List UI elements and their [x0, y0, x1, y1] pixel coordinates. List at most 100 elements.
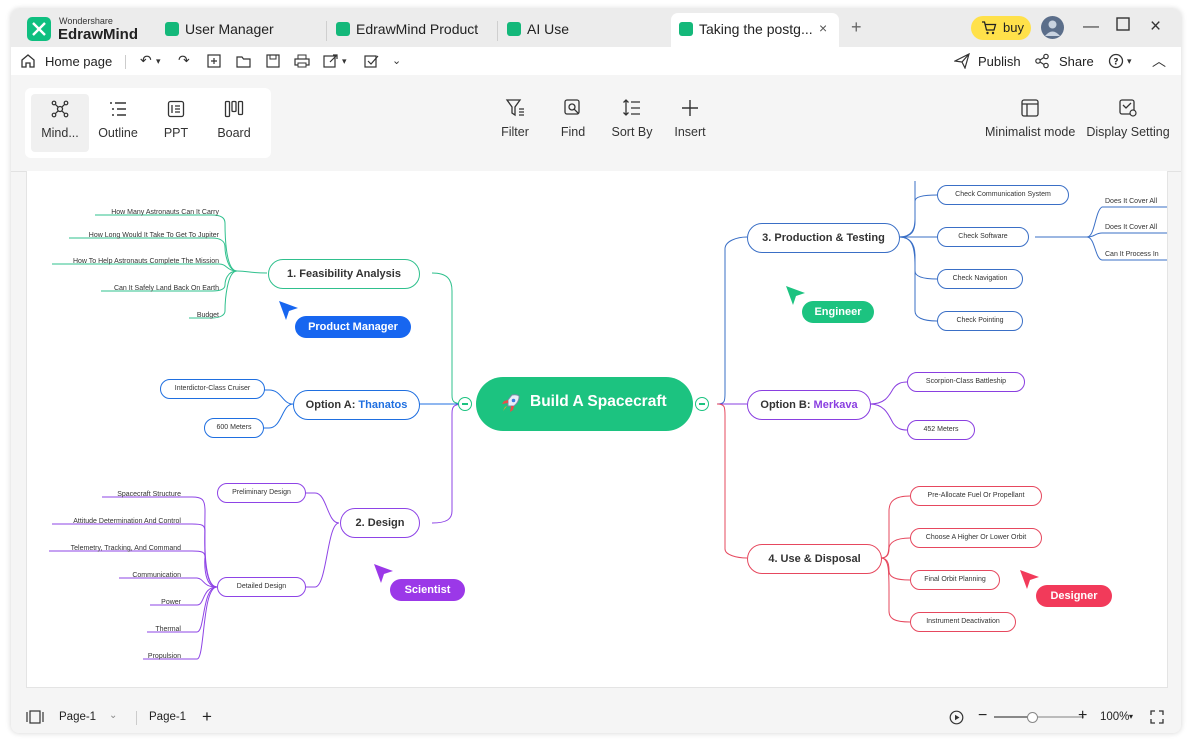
design-item[interactable]: Spacecraft Structure — [117, 491, 181, 498]
design-item[interactable]: Power — [161, 599, 181, 606]
design-item[interactable]: Communication — [132, 572, 181, 579]
zoom-level[interactable]: 100% — [1100, 711, 1129, 723]
design-preliminary[interactable]: Preliminary Design — [217, 483, 306, 503]
design-item[interactable]: Propulsion — [148, 653, 181, 660]
export-icon[interactable] — [323, 54, 339, 68]
view-outline-button[interactable]: Outline — [89, 94, 147, 152]
production-item[interactable]: Check Pointing — [937, 311, 1023, 331]
tab-close-icon[interactable]: × — [819, 20, 827, 36]
production-item[interactable]: Check Software — [937, 227, 1029, 247]
new-tab-button[interactable]: + — [851, 17, 862, 38]
fullscreen-icon[interactable] — [1150, 710, 1164, 724]
help-icon[interactable]: ? — [1108, 53, 1124, 69]
topic-feasibility-analysis[interactable]: 1. Feasibility Analysis — [268, 259, 420, 289]
zoom-slider-handle[interactable] — [1027, 712, 1038, 723]
tab-taking-the-postg[interactable]: Taking the postg... × — [671, 13, 839, 47]
production-item[interactable]: Check Communication System — [937, 185, 1069, 205]
redo-icon[interactable]: ↷ — [178, 52, 190, 69]
save-icon[interactable] — [266, 54, 280, 68]
option-a-item[interactable]: 600 Meters — [204, 418, 264, 438]
collaborator-tag-product-manager: Product Manager — [295, 316, 411, 338]
tab-label: Taking the postg... — [699, 21, 813, 37]
use-disposal-item[interactable]: Pre-Allocate Fuel Or Propellant — [910, 486, 1042, 506]
open-folder-icon[interactable] — [236, 54, 251, 68]
more-chevron-icon[interactable]: ⌄ — [392, 54, 401, 67]
software-item[interactable]: Does It Cover All — [1105, 198, 1157, 205]
collapse-right-toggle[interactable] — [695, 397, 709, 411]
minimize-icon[interactable]: — — [1083, 18, 1099, 36]
use-disposal-item[interactable]: Final Orbit Planning — [910, 570, 1000, 590]
publish-icon[interactable] — [954, 53, 970, 69]
collapse-left-toggle[interactable] — [458, 397, 472, 411]
home-page-link[interactable]: Home page — [45, 54, 112, 69]
zoom-out-button[interactable]: − — [978, 707, 987, 725]
page-panel-icon[interactable] — [26, 710, 44, 724]
chevron-down-icon[interactable]: ▾ — [1129, 712, 1133, 721]
ribbon: Mind... Outline PPT Board Filter Find So… — [11, 75, 1181, 172]
feasibility-item[interactable]: Budget — [197, 312, 219, 319]
new-file-icon[interactable] — [207, 54, 221, 68]
mindmap-icon — [51, 100, 69, 118]
home-icon[interactable] — [20, 53, 36, 69]
find-button[interactable]: Find — [559, 97, 587, 139]
publish-button[interactable]: Publish — [978, 54, 1021, 69]
option-b-item[interactable]: Scorpion-Class Battleship — [907, 372, 1025, 392]
option-a-item[interactable]: Interdictor-Class Cruiser — [160, 379, 265, 399]
task-check-icon[interactable] — [364, 54, 379, 68]
chevron-down-icon[interactable]: ▾ — [156, 56, 161, 67]
minimalist-mode-button[interactable]: Minimalist mode — [985, 97, 1075, 139]
display-setting-button[interactable]: Display Setting — [1086, 97, 1170, 139]
tab-edrawmind-product[interactable]: EdrawMind Product — [336, 17, 496, 47]
feasibility-item[interactable]: How Long Would It Take To Get To Jupiter — [89, 232, 219, 239]
play-icon[interactable] — [949, 710, 964, 725]
tab-separator — [497, 21, 498, 41]
sort-by-button[interactable]: Sort By — [611, 97, 653, 139]
production-item[interactable]: Check Navigation — [937, 269, 1023, 289]
chevron-down-icon[interactable]: ▾ — [1127, 56, 1132, 67]
user-avatar[interactable] — [1041, 16, 1064, 39]
print-icon[interactable] — [294, 54, 310, 68]
view-board-button[interactable]: Board — [205, 94, 263, 152]
share-button[interactable]: Share — [1059, 54, 1094, 69]
page-tab[interactable]: Page-1 — [149, 711, 186, 723]
board-icon — [224, 100, 244, 118]
topic-option-b[interactable]: Option B: Merkava — [747, 390, 871, 420]
design-item[interactable]: Thermal — [155, 626, 181, 633]
chevron-down-icon[interactable]: ⌄ — [109, 710, 117, 721]
topic-option-a[interactable]: Option A: Thanatos — [293, 390, 420, 420]
use-disposal-item[interactable]: Instrument Deactivation — [910, 612, 1016, 632]
mindmap-file-icon — [165, 22, 179, 36]
view-mindmap-button[interactable]: Mind... — [31, 94, 89, 152]
topic-production-testing[interactable]: 3. Production & Testing — [747, 223, 900, 253]
close-window-icon[interactable]: × — [1150, 16, 1161, 38]
software-item[interactable]: Does It Cover All — [1105, 224, 1157, 231]
design-item[interactable]: Telemetry, Tracking, And Command — [71, 545, 181, 552]
feasibility-item[interactable]: How Many Astronauts Can It Carry — [111, 209, 219, 216]
topic-design[interactable]: 2. Design — [340, 508, 420, 538]
tab-ai-use[interactable]: AI Use — [507, 17, 667, 47]
share-icon[interactable] — [1034, 53, 1050, 69]
use-disposal-item[interactable]: Choose A Higher Or Lower Orbit — [910, 528, 1042, 548]
design-item[interactable]: Attitude Determination And Control — [73, 518, 181, 525]
view-ppt-button[interactable]: PPT — [147, 94, 205, 152]
feasibility-item[interactable]: Can It Safely Land Back On Earth — [114, 285, 219, 292]
software-item[interactable]: Can It Process In — [1105, 251, 1159, 258]
tab-label: EdrawMind Product — [356, 21, 479, 37]
root-topic[interactable]: Build A Spacecraft — [476, 377, 693, 431]
buy-button[interactable]: buy — [971, 16, 1031, 40]
undo-icon[interactable]: ↶ — [140, 52, 152, 69]
add-page-button[interactable]: + — [202, 707, 212, 727]
mindmap-canvas[interactable]: Build A Spacecraft 1. Feasibility Analys… — [26, 171, 1168, 688]
design-detailed[interactable]: Detailed Design — [217, 577, 306, 597]
topic-use-disposal[interactable]: 4. Use & Disposal — [747, 544, 882, 574]
page-selector[interactable]: Page-1 — [59, 711, 96, 723]
maximize-icon[interactable] — [1116, 17, 1130, 36]
option-b-item[interactable]: 452 Meters — [907, 420, 975, 440]
chevron-down-icon[interactable]: ▾ — [342, 56, 347, 67]
insert-button[interactable]: Insert — [674, 97, 706, 139]
feasibility-item[interactable]: How To Help Astronauts Complete The Miss… — [73, 258, 219, 265]
collapse-ribbon-icon[interactable]: ︿ — [1152, 51, 1166, 71]
filter-button[interactable]: Filter — [498, 97, 532, 139]
zoom-in-button[interactable]: + — [1078, 707, 1087, 725]
tab-user-manager[interactable]: User Manager — [165, 17, 325, 47]
